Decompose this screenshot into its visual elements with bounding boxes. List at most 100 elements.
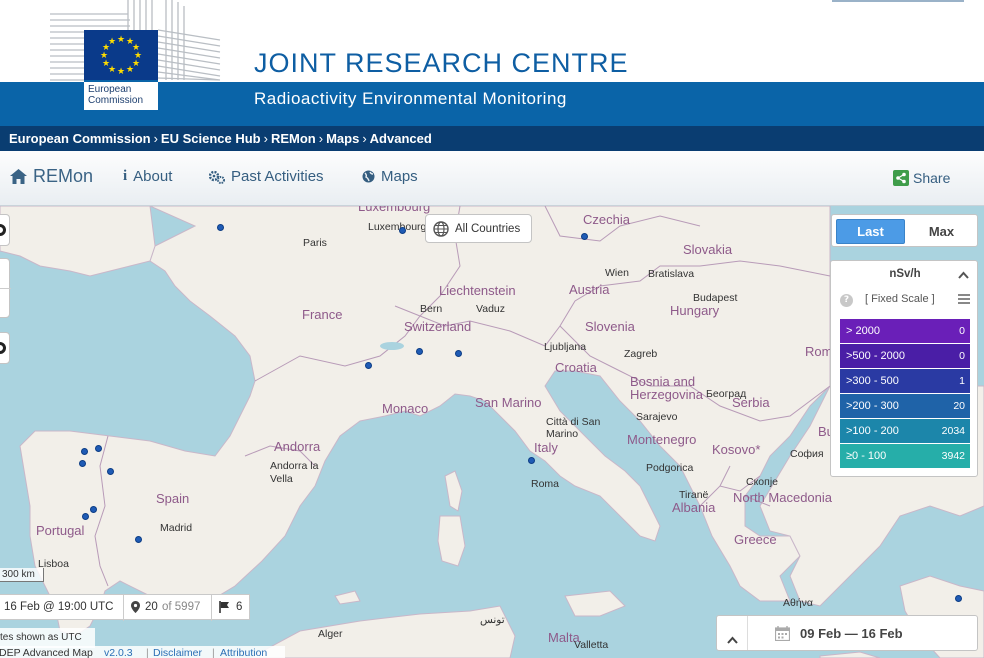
legend-row[interactable]: >200 - 300 20	[840, 394, 970, 418]
share-button[interactable]: Share	[893, 170, 950, 186]
station-point[interactable]	[365, 362, 372, 369]
svg-text:★: ★	[117, 35, 125, 45]
attribution-separator: |	[212, 647, 215, 658]
toggle-max-button[interactable]: Max	[910, 219, 973, 244]
legend-row[interactable]: >300 - 500 1	[840, 369, 970, 393]
date-range-text: 09 Feb — 16 Feb	[800, 626, 903, 641]
map-label-austria: Austria	[569, 282, 610, 297]
nav-maps[interactable]: Maps	[362, 168, 418, 185]
nav-home[interactable]: REMon	[10, 166, 93, 187]
map-label-france: France	[302, 307, 343, 322]
legend-count: 1	[959, 375, 965, 387]
share-label: Share	[913, 170, 951, 186]
nav-about[interactable]: i About	[123, 168, 172, 185]
attribution-name: DEP Advanced Map	[0, 647, 93, 658]
station-point[interactable]	[217, 224, 224, 231]
flag-icon[interactable]	[219, 601, 230, 616]
map-city-athens: Αθήνα	[783, 597, 814, 609]
map-city-sarajevo: Sarajevo	[636, 411, 678, 423]
nav-home-label: REMon	[33, 166, 94, 186]
map-label-italy: Italy	[534, 440, 558, 455]
gears-icon	[209, 170, 225, 184]
status-divider	[123, 595, 124, 621]
breadcrumb-separator: ›	[153, 131, 158, 146]
map-label-czechia: Czechia	[583, 212, 630, 227]
station-point[interactable]	[95, 445, 102, 452]
help-icon[interactable]: ?	[840, 294, 853, 307]
home-icon	[10, 169, 27, 184]
date-range-control[interactable]: 09 Feb — 16 Feb	[716, 615, 978, 651]
nav-past-activities[interactable]: Past Activities	[209, 168, 324, 185]
map-label-kosovo: Kosovo*	[712, 442, 761, 457]
calendar-icon	[774, 626, 791, 645]
legend-range: >300 - 500	[846, 375, 899, 387]
breadcrumb-item[interactable]: European Commission	[9, 131, 151, 146]
attribution-version[interactable]: v2.0.3	[104, 647, 133, 658]
station-point[interactable]	[79, 460, 86, 467]
chevron-up-icon[interactable]	[727, 629, 738, 648]
map-city-andorra-la-vella: Andorra la Vella	[270, 460, 319, 485]
breadcrumb-item[interactable]: Maps	[326, 131, 359, 146]
map-label-hungary: Hungary	[670, 303, 720, 318]
legend-scale-label[interactable]: [ Fixed Scale ]	[865, 293, 935, 305]
ec-logo-line2: Commission	[88, 95, 144, 106]
map-label-switzerland: Switzerland	[404, 319, 472, 334]
legend-row[interactable]: ≥0 - 100 3942	[840, 444, 970, 468]
fullscreen-control[interactable]	[0, 214, 10, 246]
toggle-last-button[interactable]: Last	[836, 219, 905, 244]
map-label-albania: Albania	[672, 500, 716, 515]
breadcrumb-item[interactable]: REMon	[271, 131, 316, 146]
station-point[interactable]	[581, 233, 588, 240]
map-label-monaco: Monaco	[382, 401, 429, 416]
station-point[interactable]	[81, 448, 88, 455]
fullscreen-icon	[0, 224, 6, 236]
zoom-control[interactable]	[0, 258, 11, 318]
map-label-romania-partial: Rom	[805, 344, 833, 359]
map-city-bratislava: Bratislava	[648, 268, 695, 280]
legend-range: >100 - 200	[846, 425, 899, 437]
station-point[interactable]	[528, 457, 535, 464]
map-label-slovakia: Slovakia	[683, 242, 733, 257]
legend-row[interactable]: >500 - 2000 0	[840, 344, 970, 368]
locate-icon	[0, 342, 6, 354]
globe-icon	[433, 220, 449, 237]
ec-logo-line1: European	[88, 84, 132, 95]
all-countries-button[interactable]: All Countries	[425, 214, 532, 243]
map-city-madrid: Madrid	[160, 522, 193, 534]
station-point[interactable]	[455, 350, 462, 357]
station-point[interactable]	[107, 468, 114, 475]
map-city-belgrade: Београд	[706, 388, 747, 400]
map-city-paris: Paris	[303, 237, 327, 249]
attribution-link[interactable]: Attribution	[220, 647, 267, 658]
svg-text:★: ★	[108, 37, 116, 47]
map-label-croatia: Croatia	[555, 360, 597, 375]
ec-logo[interactable]: ★ ★ ★ ★ ★ ★ ★ ★ ★ ★ ★ ★ European Commission	[48, 0, 222, 112]
legend-range: >500 - 2000	[846, 350, 906, 362]
breadcrumb-separator: ›	[362, 131, 367, 146]
station-point[interactable]	[135, 536, 142, 543]
chevron-up-icon[interactable]	[958, 268, 969, 282]
map-label-slovenia: Slovenia	[585, 319, 635, 334]
attribution-separator: |	[146, 647, 149, 658]
disclaimer-link[interactable]: Disclaimer	[153, 647, 202, 658]
date-divider	[747, 616, 748, 650]
breadcrumb-item[interactable]: EU Science Hub	[161, 131, 261, 146]
legend-count: 0	[959, 325, 965, 337]
legend-count: 20	[953, 400, 965, 412]
map-scale: 300 km	[0, 568, 44, 582]
map-label-andorra: Andorra	[274, 439, 321, 454]
legend-row[interactable]: > 2000 0	[840, 319, 970, 343]
menu-icon[interactable]	[958, 292, 970, 306]
station-point[interactable]	[82, 513, 89, 520]
station-point[interactable]	[90, 506, 97, 513]
last-max-toggle: Last Max	[831, 214, 978, 247]
legend-count: 2034	[941, 425, 965, 437]
dose-rate-legend: nSv/h ? [ Fixed Scale ] > 2000 0 >500 - …	[830, 260, 978, 477]
legend-row[interactable]: >100 - 200 2034	[840, 419, 970, 443]
station-point[interactable]	[955, 595, 962, 602]
station-point[interactable]	[416, 348, 423, 355]
locate-control[interactable]	[0, 332, 10, 364]
map-city-ljubljana: Ljubljana	[544, 341, 587, 353]
map-label-bosnia: Bosnia and Herzegovina	[630, 374, 703, 402]
station-point[interactable]	[399, 227, 406, 234]
